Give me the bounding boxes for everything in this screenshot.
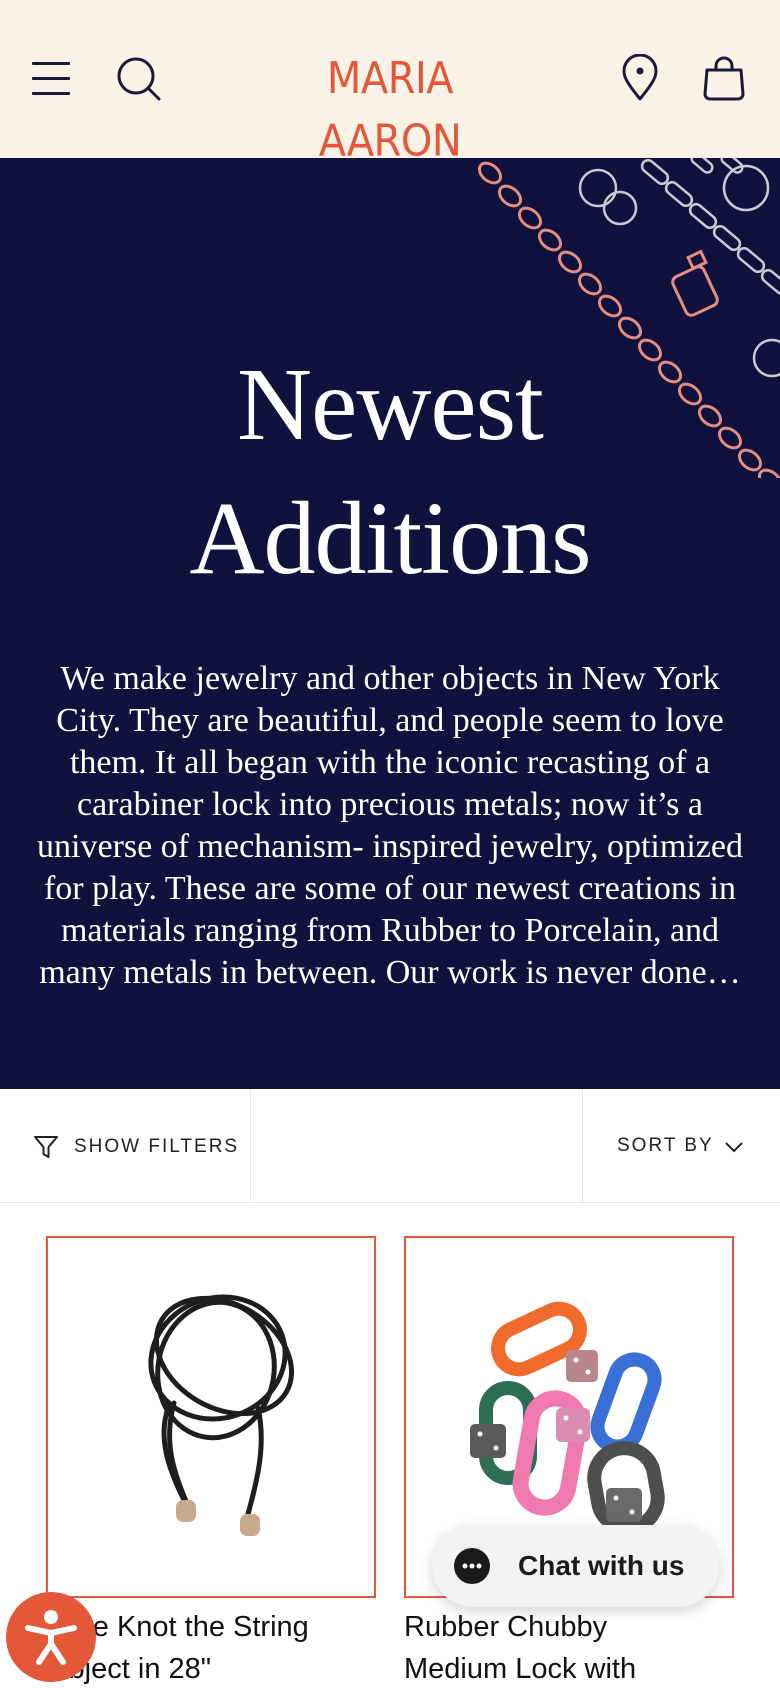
filter-funnel-icon bbox=[34, 1136, 58, 1158]
site-header: MARIA AARON bbox=[0, 0, 780, 166]
toolbar-spacer bbox=[251, 1089, 583, 1203]
collection-description: We make jewelry and other objects in New… bbox=[37, 660, 743, 991]
hero-banner: Newest Additions We make jewelry and oth… bbox=[0, 158, 780, 1089]
sort-by-dropdown[interactable]: SORT BY bbox=[583, 1089, 780, 1203]
product-name-line-2: Object in 28" bbox=[46, 1653, 212, 1685]
product-name-line-2: Medium Lock with bbox=[404, 1653, 637, 1685]
store-locator-button[interactable] bbox=[620, 53, 660, 104]
accessibility-button[interactable] bbox=[6, 1592, 96, 1682]
show-filters-button[interactable]: SHOW FILTERS bbox=[0, 1089, 251, 1203]
shopping-bag-icon bbox=[703, 56, 745, 101]
product-name[interactable]: Love Knot the String Object in 28" bbox=[46, 1606, 406, 1688]
chevron-down-icon bbox=[725, 1142, 743, 1153]
page-title: Newest Additions bbox=[0, 338, 780, 606]
sort-by-label: SORT BY bbox=[617, 1135, 714, 1156]
chat-label: Chat with us bbox=[518, 1550, 685, 1581]
black-string-necklace-image bbox=[148, 1294, 295, 1536]
product-image[interactable] bbox=[46, 1236, 376, 1598]
page-title-line-1: Newest bbox=[237, 347, 544, 462]
accessibility-person-icon bbox=[25, 1610, 77, 1665]
menu-icon-line bbox=[32, 62, 70, 65]
menu-icon-line bbox=[32, 77, 70, 80]
menu-icon-line bbox=[32, 92, 70, 95]
cart-button[interactable] bbox=[700, 54, 748, 104]
product-name-line-1: Love Knot the String bbox=[46, 1611, 309, 1643]
chat-bubble-icon bbox=[454, 1548, 490, 1584]
brand-logo[interactable]: MARIA AARON bbox=[250, 48, 530, 166]
product-name-line-1: Rubber Chubby bbox=[404, 1611, 608, 1643]
product-name[interactable]: Rubber Chubby Medium Lock with bbox=[404, 1606, 764, 1688]
logo-text: MARIA AARON bbox=[318, 54, 462, 167]
page-title-line-2: Additions bbox=[189, 481, 591, 596]
search-icon bbox=[117, 57, 161, 101]
menu-button[interactable] bbox=[30, 58, 72, 98]
show-filters-label: SHOW FILTERS bbox=[74, 1136, 240, 1157]
location-pin-icon bbox=[622, 53, 658, 101]
chat-with-us-button[interactable]: Chat with us bbox=[432, 1525, 719, 1607]
search-button[interactable] bbox=[114, 54, 164, 104]
collection-toolbar: SHOW FILTERS SORT BY bbox=[0, 1089, 780, 1203]
